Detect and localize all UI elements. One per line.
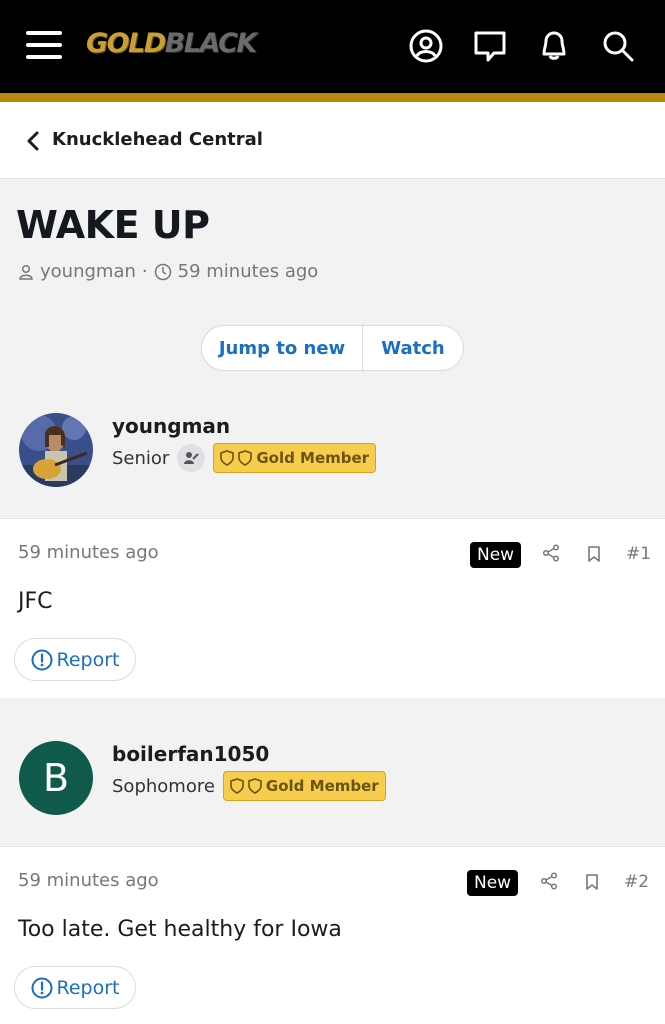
bookmark-icon[interactable] [584, 873, 600, 891]
shield-icon [238, 450, 253, 466]
report-label: Report [56, 648, 120, 671]
report-button[interactable]: Report [14, 638, 136, 681]
thread-author[interactable]: youngman [40, 261, 136, 282]
breadcrumb-label: Knucklehead Central [52, 129, 263, 150]
breadcrumb[interactable]: Knucklehead Central [0, 102, 665, 179]
avatar-photo [19, 413, 93, 487]
post-2-body: 59 minutes ago New #2 Too late. Get heal… [0, 846, 665, 1024]
menu-icon[interactable] [26, 31, 62, 59]
alert-circle-icon [31, 649, 52, 670]
alert-circle-icon [31, 977, 52, 998]
thread-time: 59 minutes ago [177, 261, 319, 282]
rank-badge-icon [177, 444, 206, 472]
bookmark-icon[interactable] [586, 545, 602, 563]
gold-member-badge: Gold Member [213, 443, 377, 473]
new-badge: New [470, 542, 522, 568]
site-logo[interactable]: GOLDBLACK [86, 28, 258, 64]
watch-button[interactable]: Watch [363, 326, 463, 370]
avatar[interactable] [19, 413, 93, 487]
user-icon [19, 264, 33, 280]
post-number[interactable]: #1 [626, 544, 651, 564]
messages-icon[interactable] [472, 28, 508, 64]
gold-member-badge: Gold Member [222, 771, 386, 801]
user-rank-row: Senior Gold Member [112, 443, 377, 473]
username[interactable]: youngman [112, 414, 230, 438]
post-2-userbar: B boilerfan1050 Sophomore Gold Member [0, 722, 665, 846]
report-label: Report [56, 976, 120, 999]
user-rank: Senior [112, 447, 170, 469]
search-icon[interactable] [600, 28, 636, 64]
logo-black-text: BLACK [164, 28, 258, 59]
user-rank-row: Sophomore Gold Member [112, 771, 386, 801]
shield-icon [248, 778, 262, 794]
jump-to-new-button[interactable]: Jump to new [202, 326, 363, 370]
user-rank: Sophomore [112, 775, 215, 797]
new-badge: New [467, 870, 519, 896]
username[interactable]: boilerfan1050 [112, 742, 269, 766]
avatar-letter: B [42, 756, 70, 800]
post-content: JFC [18, 589, 53, 614]
badge-label: Gold Member [265, 777, 379, 795]
chevron-left-icon [27, 131, 39, 151]
post-time[interactable]: 59 minutes ago [18, 542, 159, 563]
thread-meta: youngman · 59 minutes ago [18, 261, 318, 282]
badge-label: Gold Member [256, 449, 370, 467]
top-navigation-bar: GOLDBLACK [0, 0, 665, 93]
shield-icon [220, 450, 235, 466]
meta-separator: · [141, 261, 148, 282]
avatar[interactable]: B [19, 741, 93, 815]
clock-icon [154, 263, 171, 280]
report-button[interactable]: Report [14, 966, 136, 1009]
post-1-body: 59 minutes ago New #1 JFC Report [0, 518, 665, 698]
logo-gold-text: GOLD [86, 28, 166, 59]
share-icon[interactable] [542, 544, 560, 562]
accent-stripe [0, 93, 665, 102]
shield-icon [230, 778, 244, 794]
share-icon[interactable] [540, 872, 558, 890]
post-number[interactable]: #2 [624, 872, 649, 892]
post-content: Too late. Get healthy for Iowa [18, 917, 342, 942]
alerts-icon[interactable] [536, 28, 572, 64]
page-title: WAKE UP [16, 203, 210, 247]
thread-actions: Jump to new Watch [201, 325, 464, 371]
post-time[interactable]: 59 minutes ago [18, 870, 159, 891]
post-1-userbar: youngman Senior Gold Member [0, 394, 665, 518]
account-icon[interactable] [408, 28, 444, 64]
